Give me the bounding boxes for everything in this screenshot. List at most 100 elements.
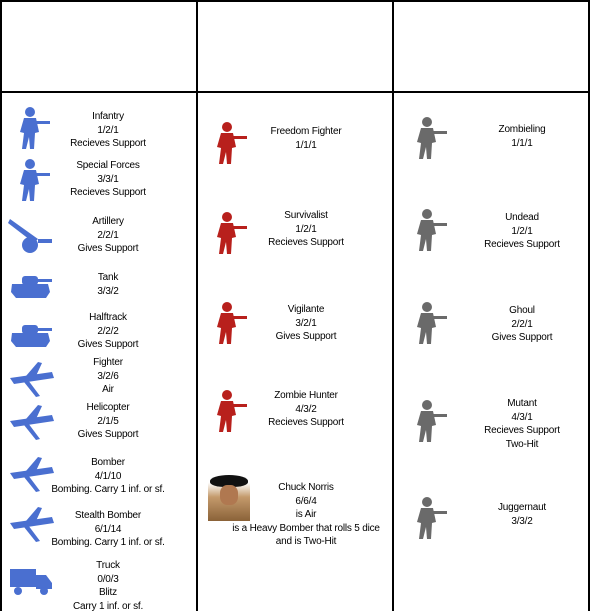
unit-name: Survivalist xyxy=(268,209,344,223)
unit-entry: Special Forces3/3/1Recieves Support xyxy=(70,159,146,200)
unit-entry: Infantry1/2/1Recieves Support xyxy=(70,110,146,151)
unit-detail: 4/3/1 xyxy=(484,411,560,425)
bomber-icon xyxy=(8,455,54,499)
unit-name: Zombie Hunter xyxy=(268,389,344,403)
unit-entry: Tank3/3/2 xyxy=(97,271,118,298)
survivalist-icon xyxy=(205,210,251,254)
juggernaut-icon xyxy=(405,495,451,539)
unit-entry: Zombieling1/1/1 xyxy=(499,123,546,150)
vigilante-icon xyxy=(205,300,251,344)
unit-entry: Bomber4/1/10Bombing. Carry 1 inf. or sf. xyxy=(51,456,164,497)
unit-name: Halftrack xyxy=(78,311,139,325)
unit-detail: Gives Support xyxy=(78,338,139,352)
helicopter-icon xyxy=(8,403,54,447)
unit-detail: 3/3/1 xyxy=(70,173,146,187)
unit-entry: Halftrack2/2/2Gives Support xyxy=(78,311,139,352)
unit-name: Stealth Bomber xyxy=(51,509,164,523)
unit-name: Undead xyxy=(484,211,560,225)
unit-name: Helicopter xyxy=(78,401,139,415)
unit-entry: Chuck Norris6/6/4is Airis a Heavy Bomber… xyxy=(232,481,380,549)
unit-detail: is a Heavy Bomber that rolls 5 dice xyxy=(232,522,380,536)
unit-detail: 1/2/1 xyxy=(70,124,146,138)
unit-detail: Gives Support xyxy=(276,330,337,344)
unit-detail: 3/2/1 xyxy=(276,317,337,331)
unit-detail: 6/6/4 xyxy=(232,495,380,509)
unit-detail: Gives Support xyxy=(78,428,139,442)
unit-entry: Fighter3/2/6Air xyxy=(93,356,123,397)
unit-detail: 1/1/1 xyxy=(499,137,546,151)
unit-name: Chuck Norris xyxy=(232,481,380,495)
unit-name: Bomber xyxy=(51,456,164,470)
artillery-icon xyxy=(8,215,54,259)
unit-detail: is Air xyxy=(232,508,380,522)
unit-name: Ghoul xyxy=(492,304,553,318)
unit-detail: Recieves Support xyxy=(70,137,146,151)
truck-icon xyxy=(8,563,54,607)
unit-detail: 2/2/1 xyxy=(492,318,553,332)
unit-name: Truck xyxy=(73,559,143,573)
unit-entry: Truck0/0/3BlitzCarry 1 inf. or sf. xyxy=(73,559,143,613)
zombieling-icon xyxy=(405,115,451,159)
unit-name: Fighter xyxy=(93,356,123,370)
unit-detail: 4/3/2 xyxy=(268,403,344,417)
unit-detail: and is Two-Hit xyxy=(232,535,380,549)
unit-name: Zombieling xyxy=(499,123,546,137)
special-forces-icon xyxy=(8,157,54,201)
freedom-fighter-icon xyxy=(205,120,251,164)
unit-name: Freedom Fighter xyxy=(271,125,342,139)
unit-detail: Bombing. Carry 1 inf. or sf. xyxy=(51,483,164,497)
unit-detail: Bombing. Carry 1 inf. or sf. xyxy=(51,536,164,550)
unit-name: Mutant xyxy=(484,397,560,411)
unit-detail: Recieves Support xyxy=(484,424,560,438)
unit-entry: Mutant4/3/1Recieves SupportTwo-Hit xyxy=(484,397,560,451)
unit-detail: Blitz xyxy=(73,586,143,600)
unit-name: Special Forces xyxy=(70,159,146,173)
unit-entry: Juggernaut3/3/2 xyxy=(498,501,546,528)
unit-detail: 6/1/14 xyxy=(51,523,164,537)
unit-entry: Freedom Fighter1/1/1 xyxy=(271,125,342,152)
header-row-divider xyxy=(0,91,590,93)
unit-name: Artillery xyxy=(78,215,139,229)
unit-detail: 3/3/2 xyxy=(97,285,118,299)
zombie-hunter-icon xyxy=(205,388,251,432)
unit-entry: Zombie Hunter4/3/2Recieves Support xyxy=(268,389,344,430)
unit-detail: Gives Support xyxy=(492,331,553,345)
unit-detail: 1/1/1 xyxy=(271,139,342,153)
unit-detail: Recieves Support xyxy=(268,416,344,430)
unit-detail: 1/2/1 xyxy=(484,225,560,239)
stealth-bomber-icon xyxy=(8,505,54,549)
unit-detail: Recieves Support xyxy=(484,238,560,252)
unit-entry: Stealth Bomber6/1/14Bombing. Carry 1 inf… xyxy=(51,509,164,550)
unit-name: Infantry xyxy=(70,110,146,124)
ghoul-icon xyxy=(405,300,451,344)
table-border-top xyxy=(0,0,590,2)
unit-name: Tank xyxy=(97,271,118,285)
unit-entry: Survivalist1/2/1Recieves Support xyxy=(268,209,344,250)
unit-entry: Undead1/2/1Recieves Support xyxy=(484,211,560,252)
unit-detail: Two-Hit xyxy=(484,438,560,452)
unit-entry: Helicopter2/1/5Gives Support xyxy=(78,401,139,442)
unit-name: Juggernaut xyxy=(498,501,546,515)
unit-entry: Artillery2/2/1Gives Support xyxy=(78,215,139,256)
undead-icon xyxy=(405,207,451,251)
unit-detail: 0/0/3 xyxy=(73,573,143,587)
unit-detail: Gives Support xyxy=(78,242,139,256)
unit-detail: Recieves Support xyxy=(70,186,146,200)
fighter-icon xyxy=(8,360,54,404)
mutant-icon xyxy=(405,398,451,442)
unit-detail: 3/2/6 xyxy=(93,370,123,384)
unit-detail: Recieves Support xyxy=(268,236,344,250)
unit-detail: 2/2/1 xyxy=(78,229,139,243)
unit-entry: Ghoul2/2/1Gives Support xyxy=(492,304,553,345)
unit-detail: 2/2/2 xyxy=(78,325,139,339)
unit-detail: Air xyxy=(93,383,123,397)
halftrack-icon xyxy=(8,315,54,359)
unit-detail: 1/2/1 xyxy=(268,223,344,237)
infantry-icon xyxy=(8,105,54,149)
unit-detail: 3/3/2 xyxy=(498,515,546,529)
unit-entry: Vigilante3/2/1Gives Support xyxy=(276,303,337,344)
unit-detail: 4/1/10 xyxy=(51,470,164,484)
unit-detail: 2/1/5 xyxy=(78,415,139,429)
unit-name: Vigilante xyxy=(276,303,337,317)
tank-icon xyxy=(8,266,54,310)
